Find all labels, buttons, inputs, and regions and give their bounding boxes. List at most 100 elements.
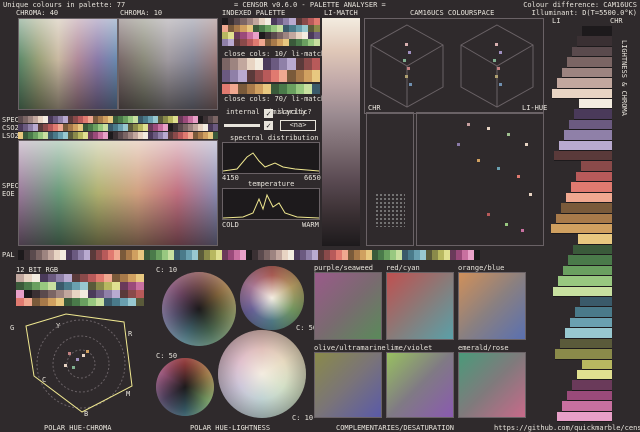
close-swatch [311,58,320,70]
chr-column-label: CHR [610,17,623,25]
li-chroma-bar [550,286,612,297]
li-chroma-bar-fill [582,359,612,370]
hex-label-b: B [84,410,89,418]
close-swatch [279,70,288,82]
illuminant-label: Illuminant: D(T=5500.0°K) [531,9,637,17]
hex-label-m: M [126,390,131,398]
hex-label-y: Y [56,322,61,330]
rgb-swatch [40,290,48,298]
li-chroma-bar [550,380,612,391]
spec-swatch [213,116,218,123]
purple-seaweed-label: purple/seaweed [314,264,374,272]
li-chroma-bar [550,182,612,193]
rgb12-grid [16,274,144,306]
similarity-bar [224,124,260,127]
rgb-swatch [40,274,48,282]
li-chroma-bar-fill [577,36,612,47]
rgb-swatch [24,290,32,298]
li-chroma-bar [550,203,612,214]
li-chroma-bar-fill [552,88,612,99]
colour-difference-label: Colour difference: CAM16UCS [523,1,637,9]
rgb-swatch [32,274,40,282]
close-swatch [222,70,231,82]
close-swatch [311,70,320,82]
close-swatch [246,70,255,82]
li-chroma-bar [550,140,612,152]
palette-strip [18,250,480,260]
li-chroma-bar [550,224,612,235]
close-swatch [222,84,231,94]
rgb-swatch [112,298,120,306]
lime-violet-map [386,352,454,418]
internal-similarity-checkbox[interactable]: ✓ [264,109,273,118]
close-swatch [238,58,247,70]
rgb-swatch [56,290,64,298]
pal-label: PAL [2,251,15,259]
close-swatch [295,58,304,70]
close-swatch [254,58,263,70]
lime-violet-label: lime/violet [386,344,433,352]
rgb-swatch [88,282,96,290]
li-column-label: LI [552,17,561,25]
close-swatch [262,84,271,94]
rgb-swatch [120,290,128,298]
li-chroma-bar [550,349,612,360]
close-swatch [271,84,280,94]
temperature-label: temperature [248,180,295,188]
li-chroma-bar-fill [578,234,612,245]
github-link[interactable]: https://github.com/quickmarble/censor [494,424,640,432]
spec-strip-1 [18,116,218,123]
li-chroma-bar [550,411,612,423]
close-cols-1-match-swatches [222,70,320,82]
li-chroma-bar [550,98,612,110]
indexed-palette-grid [222,18,320,46]
rgb-swatch [80,282,88,290]
scyclic-checkbox[interactable]: ✓ [264,121,273,130]
rgb-swatch [64,290,72,298]
close-swatch [295,84,304,94]
temperature-cold: COLD [222,221,239,229]
close-swatch [303,70,312,82]
li-chroma-bar-fill [570,317,612,329]
rgb-swatch [24,282,32,290]
li-chroma-bar-fill [571,182,612,193]
li-chroma-bar-fill [575,307,612,318]
rgb-swatch [120,282,128,290]
hue-lightness-disc-c10-large [218,330,306,418]
li-chroma-bar-fill [562,401,612,412]
li-chroma-bar-fill [557,78,612,89]
close-cols-1-swatches [222,58,320,70]
li-chroma-bar [550,46,612,58]
li-chroma-bar [550,234,612,245]
li-chroma-bar-fill [556,213,612,225]
hue-chroma-hexagon [25,313,133,413]
eoe-label: EOE [2,190,15,198]
spec2-label: SPEC [2,182,19,190]
li-chroma-bar-fill [562,67,612,79]
rgb-swatch [32,298,40,306]
li-chroma-bar-fill [567,57,612,68]
close-cols-1-label: close cols: 10/ li-match [224,50,326,58]
bit12-label: 12 BIT RGB [16,266,59,274]
chroma40-map [18,18,118,110]
li-hue-scatter [457,123,532,232]
rgb-swatch [120,274,128,282]
rgb-swatch [136,274,144,282]
scyclic-na-button[interactable]: <na> [280,120,316,131]
cam16ucs-label: CAM16UCS COLOURSPACE [410,9,495,17]
unique-colours-label: Unique colours in palette: 77 [3,1,126,9]
rgb-swatch [64,282,72,290]
rgb-swatch [96,274,104,282]
li-chroma-bar-fill [576,171,612,183]
li-chroma-bar-fill [573,244,612,256]
li-chroma-bar-fill [554,151,612,162]
rgb-swatch [104,290,112,298]
c50b-label: C: 50 [156,352,178,360]
rgb-swatch [128,274,136,282]
close-swatch [222,58,231,70]
rgb-swatch [80,290,88,298]
palette-strip-swatch [474,250,480,260]
rgb-swatch [88,274,96,282]
rgb-swatch [128,298,136,306]
rgb-swatch [112,282,120,290]
